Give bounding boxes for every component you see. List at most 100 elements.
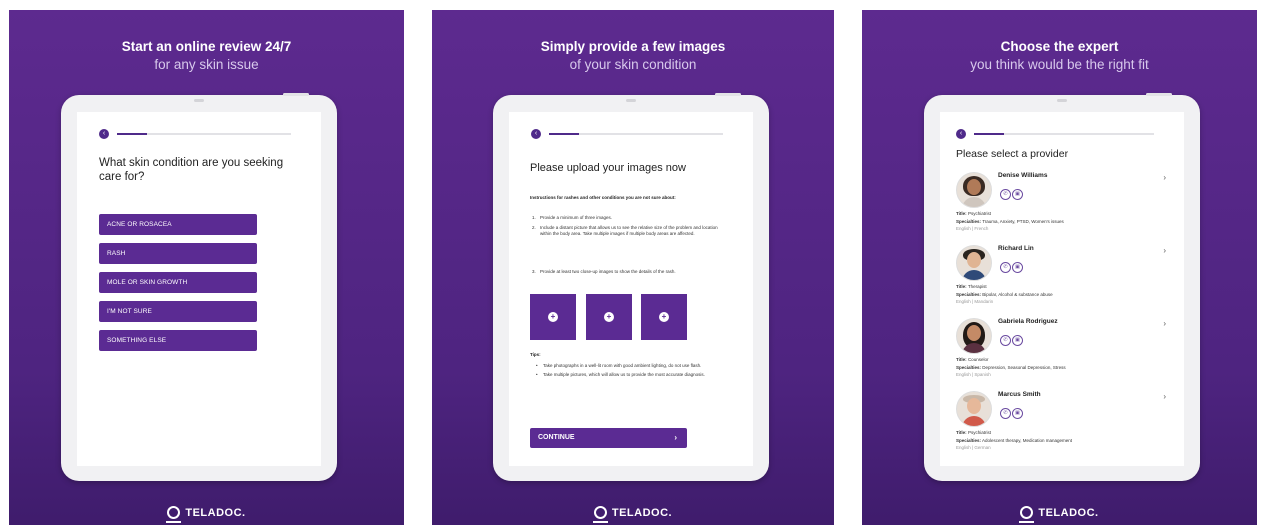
step-number: 3.: [532, 269, 536, 274]
plus-icon: +: [659, 312, 669, 322]
continue-button[interactable]: CONTINUE ›: [530, 428, 687, 448]
provider-specialties: Bipolar, Alcohol & substance abuse: [982, 291, 1053, 297]
teladoc-logo: TELADOC.: [862, 506, 1257, 523]
panel-headline: Start an online review 24/7 for any skin…: [9, 38, 404, 74]
progress-track: [117, 133, 291, 135]
tablet-frame: ‹ What skin condition are you seeking ca…: [61, 93, 337, 481]
step-text: Provide a minimum of three images.: [540, 215, 613, 220]
chevron-right-icon: ›: [674, 433, 677, 442]
panel-headline: Simply provide a few images of your skin…: [432, 38, 834, 74]
tablet-frame: ‹ Please select a provider Denise Willia…: [924, 93, 1200, 481]
tips-list: Take photographs in a well-lit room with…: [533, 363, 719, 381]
tablet-frame: ‹ Please upload your images now Instruct…: [493, 93, 769, 481]
option-acne-or-rosacea[interactable]: ACNE OR ROSACEA: [99, 214, 257, 235]
specialties-label: Specialties:: [956, 364, 982, 370]
provider-card[interactable]: Denise Williams ✆ ▣ › Title: Psychiatrist…: [956, 172, 1170, 240]
phone-icon[interactable]: ✆: [1000, 408, 1011, 419]
specialties-label: Specialties:: [956, 437, 982, 443]
teladoc-logo-text: TELADOC.: [1038, 507, 1099, 519]
video-icon[interactable]: ▣: [1012, 189, 1023, 200]
tip-item: Take photographs in a well-lit room with…: [533, 363, 719, 369]
back-icon[interactable]: ‹: [531, 129, 541, 139]
phone-icon[interactable]: ✆: [1000, 189, 1011, 200]
upload-title: Please upload your images now: [530, 162, 686, 174]
provider-meta: Title: Therapist Specialties: Bipolar, A…: [956, 283, 1170, 306]
title-label: Title:: [956, 430, 967, 435]
contact-icons: ✆ ▣: [1000, 328, 1024, 346]
step-text: Provide at least two close-up images to …: [540, 269, 676, 274]
provider-name: Richard Lin: [998, 245, 1034, 252]
teladoc-logo: TELADOC.: [432, 506, 834, 523]
headline-title: Choose the expert: [1000, 39, 1119, 54]
title-label: Title:: [956, 284, 967, 289]
title-label: Title:: [956, 211, 967, 216]
specialties-label: Specialties:: [956, 218, 982, 224]
option-not-sure[interactable]: I'M NOT SURE: [99, 301, 257, 322]
teladoc-logo-text: TELADOC.: [185, 507, 246, 519]
option-rash[interactable]: RASH: [99, 243, 257, 264]
progress-track: [974, 133, 1154, 135]
option-mole-or-skin-growth[interactable]: MOLE OR SKIN GROWTH: [99, 272, 257, 293]
upload-tile-3[interactable]: +: [641, 294, 687, 340]
promo-panel-2: Simply provide a few images of your skin…: [432, 10, 834, 525]
provider-card[interactable]: Gabriela Rodriguez ✆ ▣ › Title: Counselor…: [956, 318, 1170, 386]
avatar: [956, 318, 992, 354]
chevron-right-icon[interactable]: ›: [1163, 173, 1166, 182]
instruction-step: 2. Include a distant picture that allows …: [530, 225, 727, 269]
provider-title: Therapist: [967, 284, 987, 289]
progress-fill: [974, 133, 1004, 135]
tip-item: Take multiple pictures, which will allow…: [533, 372, 719, 378]
tablet-screen: ‹ Please upload your images now Instruct…: [509, 112, 753, 466]
headline-subtitle: for any skin issue: [154, 57, 259, 72]
provider-specialties: Trauma, Anxiety, PTSD, Women's issues: [982, 218, 1064, 224]
chevron-right-icon[interactable]: ›: [1163, 246, 1166, 255]
tablet-camera: [626, 99, 636, 102]
video-icon[interactable]: ▣: [1012, 262, 1023, 273]
chevron-right-icon[interactable]: ›: [1163, 319, 1166, 328]
tablet-button: [715, 93, 741, 96]
video-icon[interactable]: ▣: [1012, 335, 1023, 346]
avatar: [956, 391, 992, 427]
instructions-intro: Instructions for rashes and other condit…: [530, 195, 676, 200]
plus-icon: +: [604, 312, 614, 322]
provider-list-title: Please select a provider: [956, 148, 1069, 160]
plus-icon: +: [548, 312, 558, 322]
instruction-step: 1. Provide a minimum of three images.: [530, 215, 727, 225]
provider-meta: Title: Psychiatrist Specialties: Adolesc…: [956, 429, 1170, 452]
provider-meta: Title: Psychiatrist Specialties: Trauma,…: [956, 210, 1170, 233]
headline-title: Start an online review 24/7: [121, 39, 292, 54]
avatar: [956, 245, 992, 281]
upload-tile-1[interactable]: +: [530, 294, 576, 340]
tablet-button: [283, 93, 309, 96]
title-label: Title:: [956, 357, 967, 362]
provider-title: Counselor: [967, 357, 989, 362]
provider-languages: English | German: [956, 445, 991, 450]
headline-subtitle: of your skin condition: [569, 57, 697, 72]
provider-meta: Title: Counselor Specialties: Depression…: [956, 356, 1170, 379]
teladoc-logo-text: TELADOC.: [611, 507, 673, 519]
provider-specialties: Depression, Seasonal Depression, Stress: [982, 364, 1066, 370]
provider-card[interactable]: Marcus Smith ✆ ▣ › Title: Psychiatrist Sp…: [956, 391, 1170, 459]
progress-nav: ‹: [956, 129, 1154, 139]
video-icon[interactable]: ▣: [1012, 408, 1023, 419]
promo-panel-3: Choose the expert you think would be the…: [862, 10, 1257, 525]
upload-tile-2[interactable]: +: [586, 294, 632, 340]
question-text: What skin condition are you seeking care…: [99, 157, 284, 183]
phone-icon[interactable]: ✆: [1000, 262, 1011, 273]
phone-icon[interactable]: ✆: [1000, 335, 1011, 346]
teladoc-logo-icon: [592, 506, 608, 523]
contact-icons: ✆ ▣: [1000, 182, 1024, 200]
step-text: Include a distant picture that allows us…: [540, 225, 718, 236]
teladoc-logo: TELADOC.: [9, 506, 404, 523]
provider-card[interactable]: Richard Lin ✆ ▣ › Title: Therapist Specia…: [956, 245, 1170, 313]
step-number: 2.: [532, 225, 536, 230]
provider-name: Gabriela Rodriguez: [998, 318, 1058, 325]
specialties-label: Specialties:: [956, 291, 982, 297]
progress-nav: ‹: [531, 129, 723, 139]
back-icon[interactable]: ‹: [99, 129, 109, 139]
chevron-right-icon[interactable]: ›: [1163, 392, 1166, 401]
back-icon[interactable]: ‹: [956, 129, 966, 139]
option-something-else[interactable]: SOMETHING ELSE: [99, 330, 257, 351]
contact-icons: ✆ ▣: [1000, 401, 1024, 419]
tablet-camera: [194, 99, 204, 102]
